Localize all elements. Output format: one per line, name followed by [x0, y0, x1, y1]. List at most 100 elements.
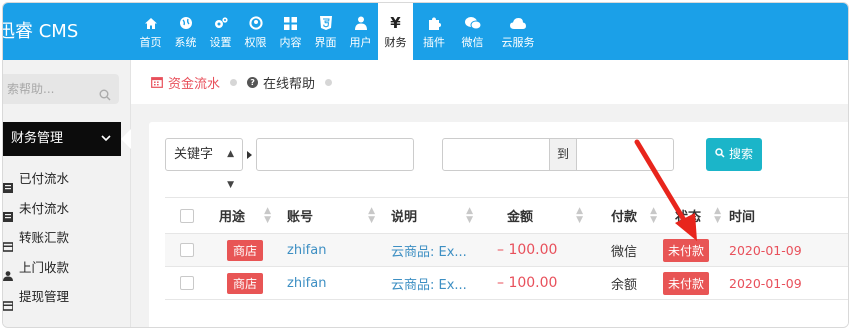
header-amount[interactable]: 金额 ▲ ▼ — [479, 198, 589, 233]
sidebar-search-input[interactable]: 索帮助... — [3, 74, 119, 104]
breadcrumb-label: 在线帮助 — [263, 76, 316, 92]
person-icon — [3, 262, 13, 282]
html5-icon — [316, 13, 336, 33]
yen-icon: ¥ — [390, 14, 401, 32]
brand-logo[interactable]: 迅睿 CMS — [3, 3, 133, 60]
user-circle-icon — [246, 13, 266, 33]
main-content: 资金流水 ? 在线帮助 关键字 ▲ ▼ 到 搜索 用途 ▲ ▼ 账号 ▲ ▼ 说… — [131, 60, 848, 327]
pay-cell: 余额 — [589, 267, 663, 299]
sort-icon: ▲ ▼ — [714, 205, 721, 225]
nav-item-settings[interactable]: 设置 — [203, 3, 238, 60]
sidebar-group-finance[interactable]: 财务管理 — [3, 122, 131, 156]
time-cell: 2020-01-09 — [721, 234, 848, 266]
window: 迅睿 CMS 首页 系统 设置 权限 内容 界面 用户 ¥ 财务 插件 微信 云… — [2, 2, 849, 328]
nav-label: 财务 — [384, 36, 407, 49]
search-button[interactable]: 搜索 — [706, 138, 762, 171]
desc-link[interactable]: 云商品: Ex... — [391, 274, 467, 293]
date-range-separator: 到 — [550, 138, 576, 171]
header-pay[interactable]: 付款 ▲ ▼ — [589, 198, 663, 233]
header-label: 说明 — [391, 210, 418, 225]
header-label: 用途 — [219, 210, 246, 225]
nav-label: 内容 — [279, 36, 302, 49]
keyword-input[interactable] — [256, 138, 414, 171]
home-icon — [141, 13, 161, 33]
header-label: 时间 — [729, 210, 756, 225]
row-checkbox[interactable] — [180, 276, 194, 290]
separator-dot — [230, 78, 238, 86]
filter-bar: 关键字 ▲ ▼ 到 搜索 — [165, 138, 762, 190]
account-link[interactable]: zhifan — [287, 276, 326, 291]
field-select[interactable]: 关键字 ▲ ▼ — [165, 138, 243, 190]
table-row[interactable]: 商店 zhifan 云商品: Ex... – 100.00 余额 未付款 202… — [165, 267, 848, 300]
search-icon[interactable] — [99, 82, 111, 104]
nav-item-interface[interactable]: 界面 — [308, 3, 343, 60]
breadcrumb-fund-flow[interactable]: 资金流水 — [151, 73, 247, 92]
time-cell: 2020-01-09 — [721, 267, 848, 299]
list-icon — [3, 203, 13, 223]
table-row[interactable]: 商店 zhifan 云商品: Ex... – 100.00 微信 未付款 202… — [165, 234, 848, 267]
header-label: 状态 — [675, 210, 702, 225]
transfer-icon — [3, 233, 14, 252]
header-time[interactable]: 时间 — [721, 198, 848, 233]
question-icon: ? — [247, 76, 259, 88]
time-value: 2020-01-09 — [729, 275, 802, 291]
nav-item-permission[interactable]: 权限 — [238, 3, 273, 60]
separator-dot — [325, 78, 333, 86]
nav-label: 微信 — [461, 36, 484, 49]
use-cell: 商店 — [209, 234, 277, 266]
date-to-input[interactable] — [576, 138, 674, 171]
header-checkbox-cell — [165, 198, 209, 233]
search-icon — [715, 138, 725, 171]
grid-icon — [281, 13, 301, 33]
amount-value: – 100.00 — [497, 275, 558, 291]
nav-item-cloud[interactable]: 云服务 — [490, 3, 546, 60]
header-use[interactable]: 用途 ▲ ▼ — [209, 198, 277, 233]
nav-label: 云服务 — [501, 36, 535, 49]
header-label: 金额 — [507, 210, 534, 225]
nav-label: 系统 — [174, 36, 197, 49]
header-desc[interactable]: 说明 ▲ ▼ — [381, 198, 479, 233]
breadcrumb-label: 资金流水 — [168, 76, 221, 92]
field-select-value: 关键字 — [174, 147, 214, 162]
nav-label: 用户 — [349, 36, 372, 49]
row-checkbox[interactable] — [180, 243, 194, 257]
nav-label: 设置 — [209, 36, 232, 49]
sidebar-item-transfer[interactable]: 转账汇款 — [3, 223, 131, 253]
sidebar: 索帮助... 财务管理 已付流水 未付流水 转账汇款 上门收款 提现管理 — [3, 60, 131, 327]
desc-link[interactable]: 云商品: Ex... — [391, 241, 467, 260]
nav-item-system[interactable]: 系统 — [168, 3, 203, 60]
account-link[interactable]: zhifan — [287, 243, 326, 258]
user-icon — [351, 13, 371, 33]
nav-item-plugins[interactable]: 插件 — [413, 3, 455, 60]
nav-item-content[interactable]: 内容 — [273, 3, 308, 60]
sort-icon: ▲ ▼ — [264, 205, 271, 225]
sidebar-item-unpaid-flow[interactable]: 未付流水 — [3, 194, 131, 224]
select-all-checkbox[interactable] — [180, 208, 194, 223]
header-account[interactable]: 账号 ▲ ▼ — [277, 198, 381, 233]
use-cell: 商店 — [209, 267, 277, 299]
nav-item-finance[interactable]: ¥ 财务 — [378, 3, 413, 60]
account-cell: zhifan — [277, 234, 381, 266]
nav-item-home[interactable]: 首页 — [133, 3, 168, 60]
globe-icon — [176, 13, 196, 33]
wechat-icon — [463, 13, 483, 33]
sidebar-item-label: 上门收款 — [19, 259, 70, 275]
status-cell: 未付款 — [663, 267, 721, 299]
sort-icon: ▲ ▼ — [368, 205, 375, 225]
row-checkbox-cell — [165, 234, 209, 266]
active-pointer — [121, 129, 131, 149]
caret-right-icon — [247, 150, 252, 159]
status-badge: 未付款 — [663, 238, 710, 262]
date-from-input[interactable] — [442, 138, 550, 171]
header-status[interactable]: 状态 ▲ ▼ — [663, 198, 721, 233]
sidebar-item-label: 未付流水 — [19, 200, 70, 216]
nav-item-users[interactable]: 用户 — [343, 3, 378, 60]
breadcrumb-online-help[interactable]: ? 在线帮助 — [247, 73, 342, 92]
sidebar-item-paid-flow[interactable]: 已付流水 — [3, 164, 131, 194]
account-cell: zhifan — [277, 267, 381, 299]
sidebar-item-withdraw[interactable]: 提现管理 — [3, 282, 131, 312]
puzzle-icon — [424, 13, 444, 33]
nav-item-wechat[interactable]: 微信 — [455, 3, 490, 60]
sidebar-item-door-collect[interactable]: 上门收款 — [3, 253, 131, 283]
sidebar-group-label: 财务管理 — [11, 131, 64, 146]
